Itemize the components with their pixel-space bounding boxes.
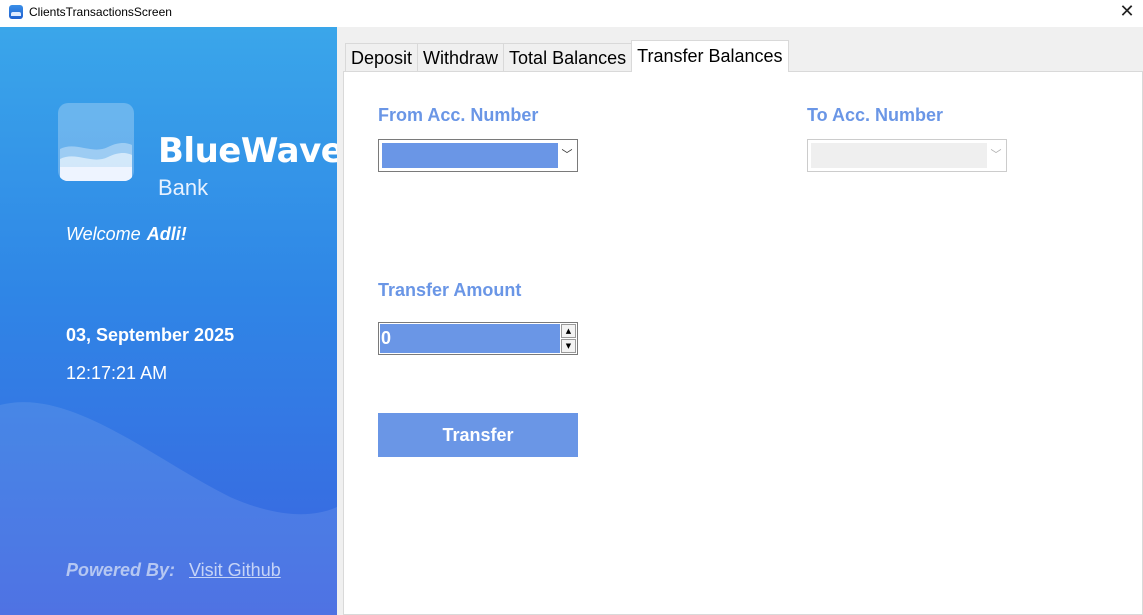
tab-withdraw[interactable]: Withdraw — [417, 43, 505, 72]
app-icon — [9, 5, 23, 19]
spin-down-icon[interactable]: ▼ — [561, 339, 576, 353]
close-icon[interactable]: ✕ — [1117, 2, 1137, 22]
brand-subtitle: Bank — [158, 175, 209, 200]
chevron-down-icon: ﹀ — [561, 148, 573, 161]
welcome-message: Welcome Adli! — [66, 224, 187, 245]
brand-name: BlueWave — [158, 131, 337, 171]
chevron-down-icon: ﹀ — [990, 148, 1002, 161]
github-link[interactable]: Visit Github — [189, 560, 281, 581]
to-account-selected — [811, 143, 987, 168]
current-time: 12:17:21 AM — [66, 363, 168, 383]
transfer-amount-label: Transfer Amount — [378, 280, 522, 300]
main-area: Deposit Withdraw Total Balances Transfer… — [337, 27, 1143, 615]
from-account-dropdown[interactable]: ﹀ — [378, 139, 578, 172]
window-title: ClientsTransactionsScreen — [29, 5, 172, 19]
from-account-label: From Acc. Number — [378, 105, 539, 125]
powered-by-label: Powered By: — [66, 560, 176, 580]
bank-logo — [58, 103, 134, 181]
tab-total-balances[interactable]: Total Balances — [503, 43, 633, 72]
current-date: 03, September 2025 — [66, 325, 235, 345]
wave-decoration — [0, 402, 337, 615]
transfer-amount-stepper[interactable]: 0 ▲ ▼ — [378, 322, 578, 355]
to-account-label: To Acc. Number — [807, 105, 944, 125]
transfer-button[interactable]: Transfer — [378, 413, 578, 457]
welcome-label: Welcome — [66, 224, 141, 244]
to-account-dropdown[interactable]: ﹀ — [807, 139, 1007, 172]
from-account-selected — [382, 143, 558, 168]
tab-deposit[interactable]: Deposit — [345, 43, 419, 72]
sidebar: BlueWave Bank Welcome Adli! 03, September… — [0, 27, 337, 615]
user-name: Adli! — [146, 224, 187, 244]
title-bar: ClientsTransactionsScreen ✕ — [0, 0, 1143, 27]
tab-transfer-balances[interactable]: Transfer Balances — [631, 40, 789, 72]
transfer-panel: From Acc. Number ﹀ To Acc. Number ﹀ Tran… — [343, 71, 1143, 615]
transfer-amount-value[interactable]: 0 — [380, 324, 560, 353]
tab-strip: Deposit Withdraw Total Balances Transfer… — [345, 40, 789, 72]
spin-up-icon[interactable]: ▲ — [561, 324, 576, 338]
